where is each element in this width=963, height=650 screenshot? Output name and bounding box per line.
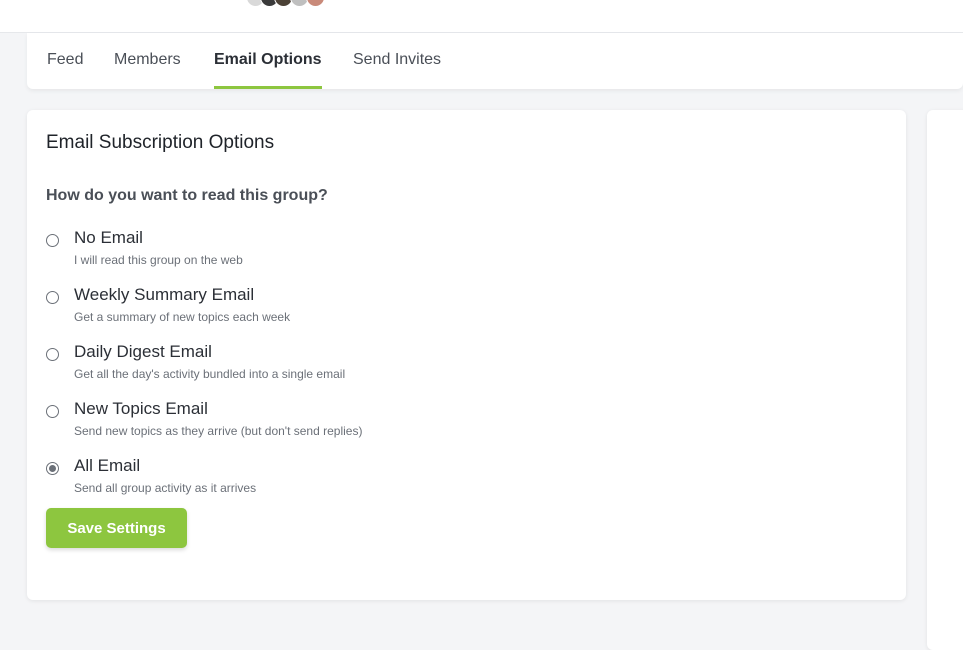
sidebar-panel: [927, 110, 963, 650]
option-new-topics[interactable]: New Topics Email Send new topics as they…: [46, 399, 646, 445]
option-label[interactable]: Daily Digest Email: [74, 342, 212, 362]
radio-no-email[interactable]: [46, 234, 59, 247]
save-settings-button[interactable]: Save Settings: [46, 508, 187, 548]
option-description: I will read this group on the web: [74, 253, 243, 267]
email-options-card: Email Subscription Options How do you wa…: [27, 110, 906, 600]
option-label[interactable]: Weekly Summary Email: [74, 285, 254, 305]
option-label[interactable]: All Email: [74, 456, 140, 476]
radio-all-email[interactable]: [46, 462, 59, 475]
radio-weekly-summary[interactable]: [46, 291, 59, 304]
radio-new-topics[interactable]: [46, 405, 59, 418]
question-heading: How do you want to read this group?: [46, 187, 328, 204]
tab-email-options[interactable]: Email Options: [214, 33, 322, 89]
tab-send-invites[interactable]: Send Invites: [353, 33, 441, 89]
option-description: Send all group activity as it arrives: [74, 481, 257, 495]
option-description: Get all the day's activity bundled into …: [74, 367, 346, 381]
option-no-email[interactable]: No Email I will read this group on the w…: [46, 228, 646, 274]
avatar[interactable]: [306, 0, 325, 7]
option-description: Get a summary of new topics each week: [74, 310, 291, 324]
card-title: Email Subscription Options: [46, 132, 275, 153]
tab-members[interactable]: Members: [114, 33, 181, 89]
radio-daily-digest[interactable]: [46, 348, 59, 361]
group-tabs: Feed Members Email Options Send Invites: [27, 33, 963, 89]
option-weekly-summary[interactable]: Weekly Summary Email Get a summary of ne…: [46, 285, 646, 331]
top-header: [0, 0, 963, 33]
tab-feed[interactable]: Feed: [47, 33, 83, 89]
option-label[interactable]: No Email: [74, 228, 143, 248]
option-description: Send new topics as they arrive (but don'…: [74, 424, 363, 438]
option-all-email[interactable]: All Email Send all group activity as it …: [46, 456, 646, 502]
option-daily-digest[interactable]: Daily Digest Email Get all the day's act…: [46, 342, 646, 388]
option-label[interactable]: New Topics Email: [74, 399, 208, 419]
